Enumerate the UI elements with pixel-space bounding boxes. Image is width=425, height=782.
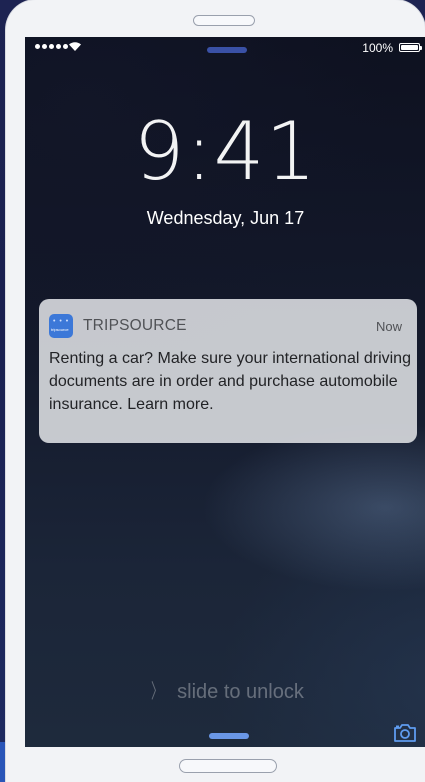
slide-to-unlock-label: slide to unlock bbox=[177, 681, 304, 703]
app-icon-label: tripsource bbox=[51, 327, 69, 332]
home-button[interactable] bbox=[179, 759, 277, 773]
camera-icon[interactable] bbox=[393, 723, 417, 743]
notification-app-name: TRIPSOURCE bbox=[83, 317, 187, 334]
tripsource-app-icon: • • • tripsource bbox=[49, 314, 73, 338]
lock-screen[interactable]: 100% 9:41 Wednesday, Jun 17 • • • tripso… bbox=[25, 37, 425, 747]
status-bar: 100% bbox=[25, 37, 425, 59]
slide-to-unlock[interactable]: 〉 slide to unlock bbox=[25, 675, 425, 704]
lock-clock: 9:41 bbox=[133, 105, 318, 198]
phone-frame: 100% 9:41 Wednesday, Jun 17 • • • tripso… bbox=[6, 0, 425, 782]
battery-percent: 100% bbox=[362, 41, 393, 55]
notification-time: Now bbox=[375, 319, 402, 334]
speaker-slot bbox=[193, 15, 255, 26]
notification-center-grabber[interactable] bbox=[207, 47, 247, 53]
wifi-icon bbox=[69, 42, 81, 51]
control-center-grabber[interactable] bbox=[209, 733, 249, 739]
lock-date: Wednesday, Jun 17 bbox=[146, 208, 305, 228]
notification-body: Renting a car? Make sure your internatio… bbox=[49, 350, 411, 413]
battery-icon bbox=[399, 43, 422, 52]
chevron-right-icon: 〉 bbox=[151, 681, 164, 703]
notification-card[interactable]: • • • tripsource TRIPSOURCE Now Renting … bbox=[39, 299, 417, 443]
signal-dots-icon bbox=[35, 44, 68, 49]
